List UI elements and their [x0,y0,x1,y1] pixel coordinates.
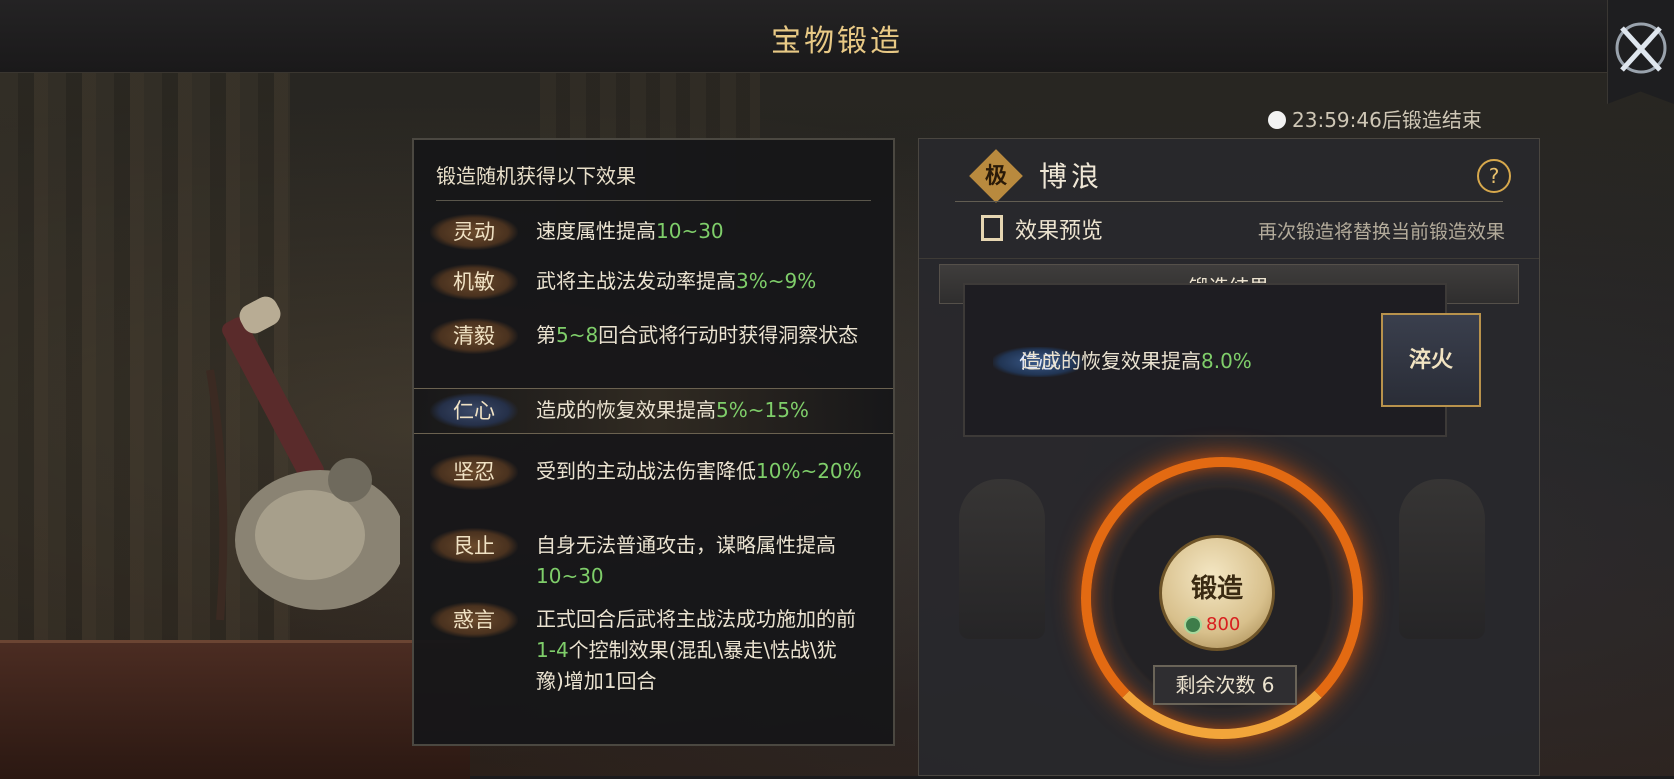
treasure-name: 博浪 [1039,160,1104,193]
effect-tag: 机敏 [430,264,518,300]
effect-description: 正式回合后武将主战法成功施加的前1-4个控制效果(混乱\暴走\怯战\犹豫)增加1… [536,607,856,693]
top-bar: 宝物锻造 [0,0,1674,73]
temper-button[interactable]: 淬火 [1381,313,1481,407]
effect-description: 速度属性提高10~30 [536,219,724,243]
lion-statue-left [959,479,1045,639]
effects-list-title: 锻造随机获得以下效果 [436,164,636,188]
timer-text: 23:59:46后锻造结束 [1292,108,1482,132]
effect-description: 造成的恢复效果提高5%~15% [536,398,809,422]
lion-statue-right [1399,479,1485,639]
treasure-artifact-image [206,296,400,621]
effect-description: 第5~8回合武将行动时获得洞察状态 [536,323,859,347]
effect-item-huoyan: 惑言 正式回合后武将主战法成功施加的前1-4个控制效果(混乱\暴走\怯战\犹豫)… [414,600,893,700]
effect-tag: 清毅 [430,318,518,354]
effect-item-jianren: 坚忍 受到的主动战法伤害降低10%~20% [414,452,893,522]
forge-timer: 23:59:46后锻造结束 [1268,104,1482,133]
effect-tag: 灵动 [430,214,518,250]
effect-tag: 惑言 [430,602,518,638]
help-button[interactable]: ? [1477,159,1511,193]
forge-button-label: 锻造 [1190,574,1243,604]
effect-tag: 坚忍 [430,454,518,490]
remaining-count: 剩余次数 6 [1153,665,1297,705]
effect-item-lingdong: 灵动 速度属性提高10~30 [414,212,893,252]
effect-description: 武将主战法发动率提高3%~9% [536,269,817,293]
document-icon [981,215,1003,241]
replace-note: 再次锻造将替换当前锻造效果 [1257,221,1505,243]
quality-badge-icon: 极 [969,149,1023,203]
page-title: 宝物锻造 [771,24,903,59]
divider [436,200,871,201]
effect-tag: 仁心 [430,393,518,429]
clock-icon [1268,111,1286,129]
forge-button[interactable]: 锻造 800 [1159,535,1275,651]
result-description: 造成的恢复效果提高8.0% [1021,349,1252,373]
effect-description: 受到的主动战法伤害降低10%~20% [536,459,862,483]
crossed-swords-icon [1615,22,1667,74]
divider [919,258,1539,259]
effect-item-renxin-selected: 仁心 造成的恢复效果提高5%~15% [414,388,893,434]
forge-cost: 800 [1184,614,1240,635]
effect-item-jimin: 机敏 武将主战法发动率提高3%~9% [414,262,893,302]
divider [955,201,1503,202]
forge-panel: 极 博浪 ? 效果预览 再次锻造将替换当前锻造效果 锻造结果 仁心 造成的恢复效… [918,138,1540,776]
effect-item-genzhi: 艮止 自身无法普通攻击，谋略属性提高10~30 [414,526,893,596]
effect-item-qingyi: 清毅 第5~8回合武将行动时获得洞察状态 [414,316,893,386]
copper-coin-icon [1184,616,1202,634]
effect-description: 自身无法普通攻击，谋略属性提高10~30 [536,533,836,588]
effect-tag: 艮止 [430,528,518,564]
wooden-table [0,640,470,779]
effects-list-panel: 锻造随机获得以下效果 灵动 速度属性提高10~30 机敏 武将主战法发动率提高3… [412,138,895,746]
close-button[interactable] [1607,0,1674,104]
effect-preview-label[interactable]: 效果预览 [1015,213,1103,245]
